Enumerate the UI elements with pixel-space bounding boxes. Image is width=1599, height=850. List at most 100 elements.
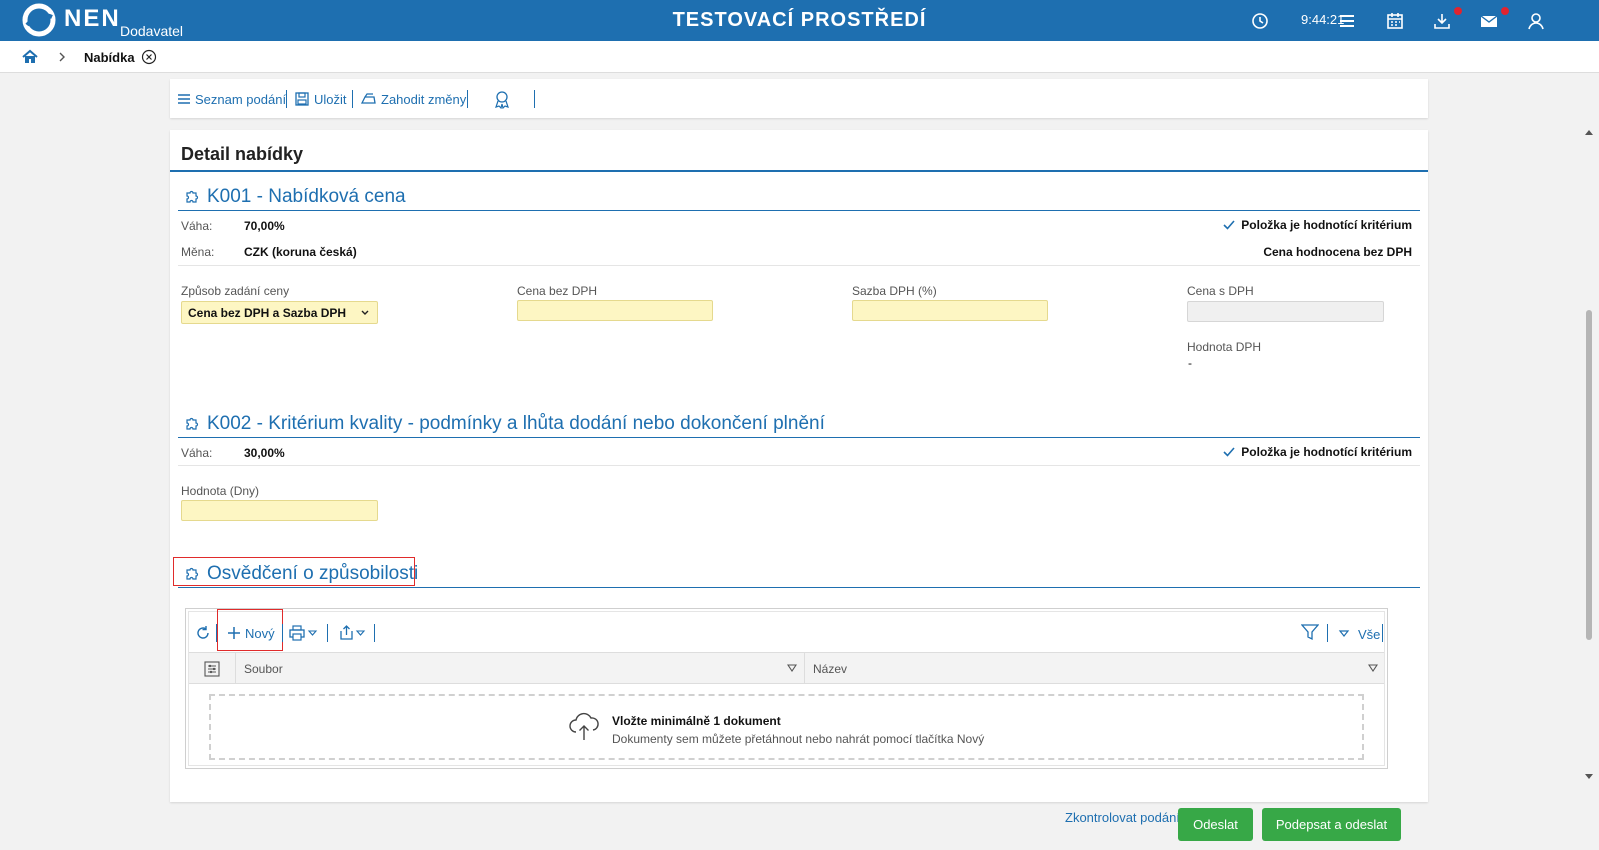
card-title: Detail nabídky xyxy=(181,144,304,164)
filter-all-dropdown[interactable]: Vše xyxy=(1338,624,1380,644)
export-icon[interactable] xyxy=(337,624,367,641)
column-name[interactable]: Název xyxy=(805,653,1386,684)
check-icon xyxy=(1223,447,1235,457)
send-button[interactable]: Odeslat xyxy=(1178,808,1253,841)
document-drop-zone[interactable]: Vložte minimálně 1 dokument Dokumenty se… xyxy=(209,694,1364,760)
title-underline xyxy=(170,170,1428,172)
vat-rate-input[interactable] xyxy=(852,300,1048,321)
clock-icon xyxy=(1252,13,1268,29)
triangle-down-icon xyxy=(1338,630,1350,637)
user-icon[interactable] xyxy=(1525,10,1547,32)
home-icon[interactable] xyxy=(21,48,39,66)
grid-toolbar: Nový Vše xyxy=(189,609,1384,652)
k001-weight-value: 70,00% xyxy=(244,219,285,233)
price-mode-select[interactable]: Cena bez DPH a Sazba DPH xyxy=(181,301,378,324)
section-underline xyxy=(178,210,1420,211)
column-settings-cell[interactable] xyxy=(189,653,236,684)
puzzle-icon xyxy=(186,190,199,203)
k002-section-header: K002 - Kritérium kvality - podmínky a lh… xyxy=(184,411,825,437)
drop-zone-subtitle: Dokumenty sem můžete přetáhnout nebo nah… xyxy=(612,732,985,746)
sort-dropdown-icon[interactable] xyxy=(787,664,797,673)
k001-title: K001 - Nabídková cena xyxy=(207,186,406,207)
price-with-vat-input xyxy=(1187,301,1384,322)
list-submissions-button[interactable]: Seznam podání xyxy=(177,89,286,109)
close-tab-icon[interactable] xyxy=(141,49,157,65)
price-mode-value: Cena bez DPH a Sazba DPH xyxy=(188,306,347,320)
save-button[interactable]: Uložit xyxy=(294,89,347,109)
k001-evaluation-note: Cena hodnocena bez DPH xyxy=(1263,245,1412,259)
mail-icon[interactable] xyxy=(1478,10,1500,32)
vat-value-label: Hodnota DPH xyxy=(1187,340,1262,354)
grid-toolbar-separator xyxy=(1382,624,1383,642)
k001-criterion-note: Položka je hodnotící kritérium xyxy=(1223,218,1412,232)
grid-frame: Nový Vše Soubor Název Vložte minimálně 1… xyxy=(188,609,1385,766)
grid-body: Vložte minimálně 1 dokument Dokumenty se… xyxy=(189,684,1384,765)
grid-toolbar-separator xyxy=(282,624,283,642)
k001-currency-value: CZK (koruna česká) xyxy=(244,245,357,259)
offer-detail-card: Detail nabídky K001 - Nabídková cena Váh… xyxy=(170,130,1428,802)
divider xyxy=(178,465,1420,466)
section-underline xyxy=(178,587,1420,588)
environment-title: TESTOVACÍ PROSTŘEDÍ xyxy=(672,9,927,31)
toolbar-separator xyxy=(352,90,353,108)
check-submission-button[interactable]: Zkontrolovat podání xyxy=(1065,810,1180,825)
divider xyxy=(178,265,1420,266)
toolbar-separator xyxy=(286,90,287,108)
grid-header: Soubor Název xyxy=(189,652,1384,684)
new-button-highlight xyxy=(217,609,283,651)
filter-icon[interactable] xyxy=(1301,624,1319,641)
k001-section-header: K001 - Nabídková cena xyxy=(184,184,406,210)
days-value-input[interactable] xyxy=(181,500,378,521)
action-toolbar: Seznam podání Uložit Zahodit změny xyxy=(170,79,1428,118)
column-file[interactable]: Soubor xyxy=(236,653,805,684)
certificate-document-grid: Nový Vše Soubor Název Vložte minimálně 1… xyxy=(185,608,1388,769)
k002-title: K002 - Kritérium kvality - podmínky a lh… xyxy=(207,413,825,434)
toolbar-separator xyxy=(534,90,535,108)
k001-weight-label: Váha: xyxy=(181,219,213,233)
price-mode-label: Způsob zadání ceny xyxy=(181,284,290,298)
chevron-right-icon xyxy=(59,52,65,62)
sign-and-send-button[interactable]: Podepsat a odeslat xyxy=(1262,808,1401,841)
download-notification-dot xyxy=(1454,7,1462,15)
list-submissions-label: Seznam podání xyxy=(195,91,287,107)
discard-changes-button[interactable]: Zahodit změny xyxy=(360,89,466,109)
refresh-icon[interactable] xyxy=(195,625,211,641)
price-with-vat-label: Cena s DPH xyxy=(1187,284,1254,298)
grid-toolbar-separator xyxy=(1327,624,1328,642)
breadcrumb-current[interactable]: Nabídka xyxy=(84,50,135,65)
days-value-label: Hodnota (Dny) xyxy=(181,484,260,498)
k001-criterion-text: Položka je hodnotící kritérium xyxy=(1241,218,1412,232)
save-label: Uložit xyxy=(314,91,347,107)
breadcrumb: Nabídka xyxy=(0,41,1599,73)
calendar-icon[interactable] xyxy=(1384,10,1406,32)
vat-rate-label: Sazba DPH (%) xyxy=(852,284,937,298)
scroll-up-icon[interactable] xyxy=(1584,128,1594,136)
cloud-upload-icon xyxy=(569,712,599,740)
column-file-label: Soubor xyxy=(244,661,283,676)
print-icon[interactable] xyxy=(289,625,319,641)
price-no-vat-label: Cena bez DPH xyxy=(517,284,598,298)
discard-changes-label: Zahodit změny xyxy=(381,91,467,107)
sort-dropdown-icon[interactable] xyxy=(1368,664,1378,673)
k002-criterion-text: Položka je hodnotící kritérium xyxy=(1241,445,1412,459)
scrollbar-thumb[interactable] xyxy=(1586,310,1592,640)
section-underline xyxy=(178,437,1420,438)
scroll-down-icon[interactable] xyxy=(1584,773,1594,781)
puzzle-icon xyxy=(186,417,199,430)
filter-all-label: Vše xyxy=(1358,626,1381,642)
download-icon[interactable] xyxy=(1431,10,1453,32)
grid-toolbar-separator xyxy=(327,624,328,642)
mail-notification-dot xyxy=(1501,7,1509,15)
column-settings-icon xyxy=(204,660,220,677)
check-icon xyxy=(1223,220,1235,230)
menu-icon[interactable] xyxy=(1336,10,1358,32)
discard-icon xyxy=(360,93,376,104)
k002-weight-label: Váha: xyxy=(181,446,213,460)
drop-zone-title: Vložte minimálně 1 dokument xyxy=(612,714,781,728)
grid-toolbar-separator xyxy=(374,624,375,642)
vat-value: - xyxy=(1188,356,1192,370)
column-name-label: Název xyxy=(813,661,848,676)
certificate-title-highlight xyxy=(173,557,415,586)
price-no-vat-input[interactable] xyxy=(517,300,713,321)
award-icon[interactable] xyxy=(493,89,511,109)
